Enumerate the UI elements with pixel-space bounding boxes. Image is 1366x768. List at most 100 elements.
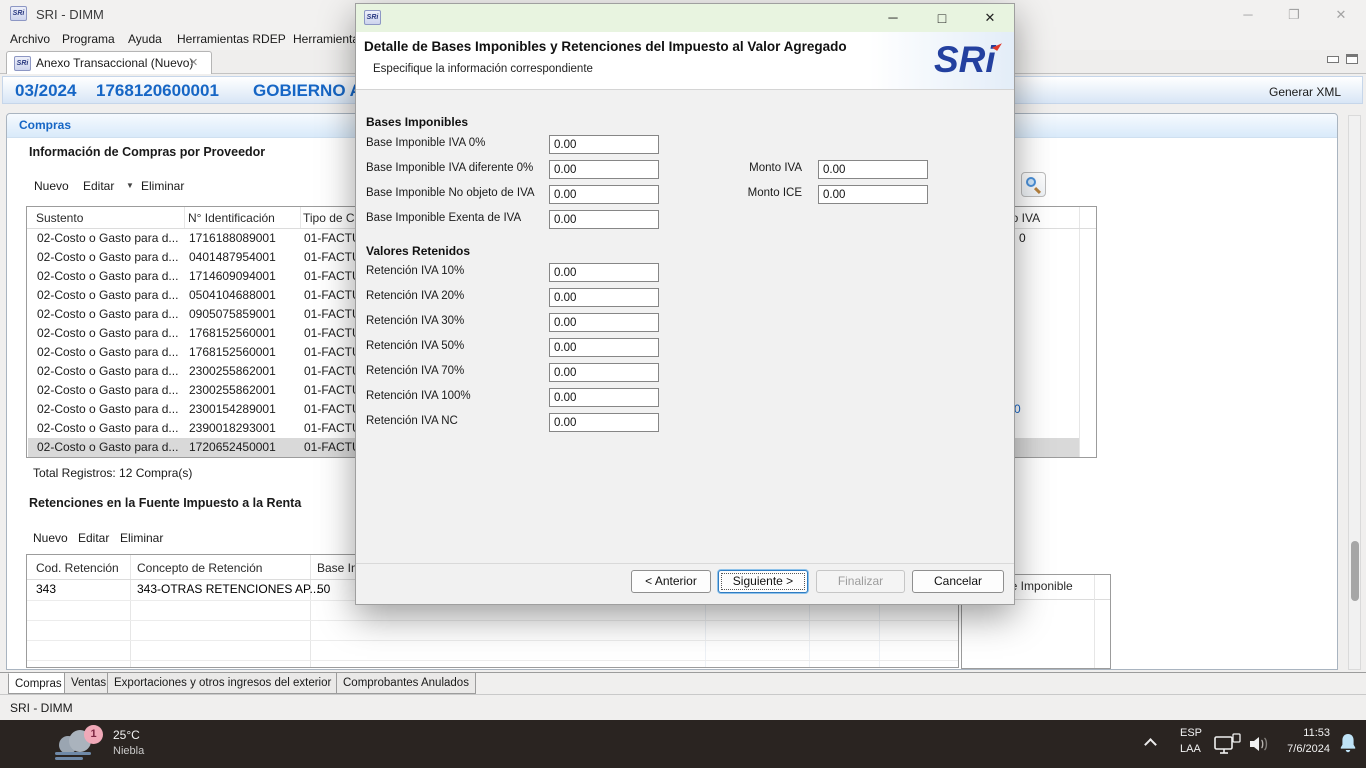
dialog-footer: < Anterior Siguiente > Finalizar Cancela…: [356, 563, 1014, 604]
compras-nuevo-button[interactable]: Nuevo: [34, 179, 69, 193]
base-iva-0-input[interactable]: [549, 135, 659, 154]
base-exenta-input[interactable]: [549, 210, 659, 229]
bases-heading: Bases Imponibles: [366, 115, 468, 129]
col-concepto[interactable]: Concepto de Retención: [137, 561, 262, 575]
dialog-icon: SRi: [364, 10, 381, 25]
ret-nuevo-button[interactable]: Nuevo: [33, 531, 68, 545]
bottom-tab-comprobantes-anulados[interactable]: Comprobantes Anulados: [336, 673, 476, 694]
minimize-window-icon[interactable]: ─: [1233, 6, 1263, 24]
field-label: Base Imponible No objeto de IVA: [366, 187, 535, 199]
field-label: Base Imponible Exenta de IVA: [366, 212, 521, 224]
compras-title: Información de Compras por Proveedor: [29, 145, 265, 159]
retencion-iva-30-input[interactable]: [549, 313, 659, 332]
retencion-iva-nc-input[interactable]: [549, 413, 659, 432]
compras-eliminar-button[interactable]: Eliminar: [141, 179, 184, 193]
restore-window-icon[interactable]: ❐: [1279, 6, 1309, 24]
search-icon: [1026, 177, 1036, 187]
dialog-minimize-icon[interactable]: ─: [881, 9, 905, 27]
row-divider: [27, 640, 958, 641]
taskbar: 1 25°C Niebla Búsqueda: [0, 720, 1366, 768]
scrollbar-thumb[interactable]: [1351, 541, 1359, 601]
menu-ayuda[interactable]: Ayuda: [128, 32, 162, 46]
network-icon[interactable]: [1214, 733, 1242, 757]
close-window-icon[interactable]: ✕: [1326, 6, 1356, 24]
dialog-titlebar: SRi ─ □ ✕: [356, 4, 1014, 32]
search-icon-handle: [1034, 187, 1041, 194]
col-divider: [130, 555, 131, 667]
language-indicator-line1[interactable]: ESP: [1180, 727, 1202, 739]
field-label: Retención IVA 30%: [366, 315, 464, 327]
finalizar-button[interactable]: Finalizar: [816, 570, 905, 593]
field-label: Retención IVA 20%: [366, 290, 464, 302]
vertical-scrollbar[interactable]: [1348, 115, 1361, 670]
dialog-close-icon[interactable]: ✕: [978, 9, 1002, 27]
field-label: Base Imponible IVA 0%: [366, 137, 485, 149]
notification-badge: 1: [84, 725, 103, 744]
retencion-iva-50-input[interactable]: [549, 338, 659, 357]
monto-iva-input[interactable]: [818, 160, 928, 179]
field-label: Retención IVA 70%: [366, 365, 464, 377]
tab-close-icon[interactable]: ✕: [189, 56, 198, 69]
tray-chevron-icon[interactable]: [1144, 738, 1157, 751]
dialog-header: Detalle de Bases Imponibles y Retencione…: [356, 32, 1014, 90]
entity-name: GOBIERNO A: [253, 81, 362, 101]
anterior-button[interactable]: < Anterior: [631, 570, 711, 593]
speaker-icon[interactable]: [1248, 734, 1272, 754]
field-label: Base Imponible IVA diferente 0%: [366, 162, 533, 174]
base-iva-diferente-input[interactable]: [549, 160, 659, 179]
bottom-tab-exportaciones[interactable]: Exportaciones y otros ingresos del exter…: [107, 673, 338, 694]
weather-temp: 25°C: [113, 728, 140, 742]
iva-detail-dialog: SRi ─ □ ✕ Detalle de Bases Imponibles y …: [355, 3, 1015, 605]
retenciones-title: Retenciones en la Fuente Impuesto a la R…: [29, 496, 301, 510]
total-registros: Total Registros: 12 Compra(s): [33, 466, 192, 480]
col-cod-retencion[interactable]: Cod. Retención: [36, 561, 119, 575]
monto-iva-label: Monto IVA: [726, 162, 802, 174]
col-sustento[interactable]: Sustento: [36, 211, 83, 225]
editar-dropdown-icon[interactable]: ▼: [126, 181, 134, 190]
retenidos-heading: Valores Retenidos: [366, 244, 470, 258]
retencion-iva-20-input[interactable]: [549, 288, 659, 307]
col-divider: [1079, 207, 1080, 457]
bottom-tab-compras[interactable]: Compras: [8, 673, 69, 694]
language-indicator-line2[interactable]: LAA: [1180, 743, 1201, 755]
generar-xml-button[interactable]: Generar XML: [1269, 85, 1341, 99]
status-text: SRI - DIMM: [10, 701, 73, 715]
dialog-maximize-icon[interactable]: □: [930, 9, 954, 27]
ret-eliminar-button[interactable]: Eliminar: [120, 531, 163, 545]
tray-time[interactable]: 11:53: [1282, 727, 1330, 739]
ret-editar-button[interactable]: Editar: [78, 531, 109, 545]
window-title: SRI - DIMM: [36, 7, 104, 22]
partial-link-value[interactable]: 0: [1014, 402, 1021, 416]
app-icon: SRi: [10, 6, 27, 21]
cancelar-button[interactable]: Cancelar: [912, 570, 1004, 593]
menu-programa[interactable]: Programa: [62, 32, 115, 46]
menu-herramientas-rdep[interactable]: Herramientas RDEP: [177, 32, 286, 46]
menu-archivo[interactable]: Archivo: [10, 32, 50, 46]
tray-date[interactable]: 7/6/2024: [1272, 743, 1330, 755]
field-label: Retención IVA 50%: [366, 340, 464, 352]
minimize-view-icon[interactable]: [1327, 56, 1339, 63]
dialog-title: Detalle de Bases Imponibles y Retencione…: [364, 39, 847, 54]
col-identificacion[interactable]: N° Identificación: [188, 211, 275, 225]
base-no-objeto-input[interactable]: [549, 185, 659, 204]
row-divider: [27, 660, 958, 661]
weather-condition: Niebla: [113, 745, 144, 757]
row-divider: [27, 620, 958, 621]
retencion-iva-100-input[interactable]: [549, 388, 659, 407]
retencion-iva-10-input[interactable]: [549, 263, 659, 282]
tab-anexo-transaccional[interactable]: SRi Anexo Transaccional (Nuevo) ✕: [6, 51, 212, 74]
search-button[interactable]: [1021, 172, 1046, 197]
siguiente-button[interactable]: Siguiente >: [718, 570, 808, 593]
weather-widget[interactable]: 1 25°C Niebla: [0, 720, 260, 768]
field-label: Retención IVA NC: [366, 415, 458, 427]
compras-editar-button[interactable]: Editar: [83, 179, 114, 193]
monto-ice-input[interactable]: [818, 185, 928, 204]
maximize-view-icon[interactable]: [1346, 54, 1358, 64]
tab-icon: SRi: [14, 56, 31, 71]
notification-bell-icon[interactable]: [1338, 732, 1358, 756]
monto-ice-label: Monto ICE: [726, 187, 802, 199]
col-divider: [310, 555, 311, 667]
compras-section-label[interactable]: Compras: [19, 118, 71, 132]
bottom-tab-ventas[interactable]: Ventas: [64, 673, 113, 694]
retencion-iva-70-input[interactable]: [549, 363, 659, 382]
